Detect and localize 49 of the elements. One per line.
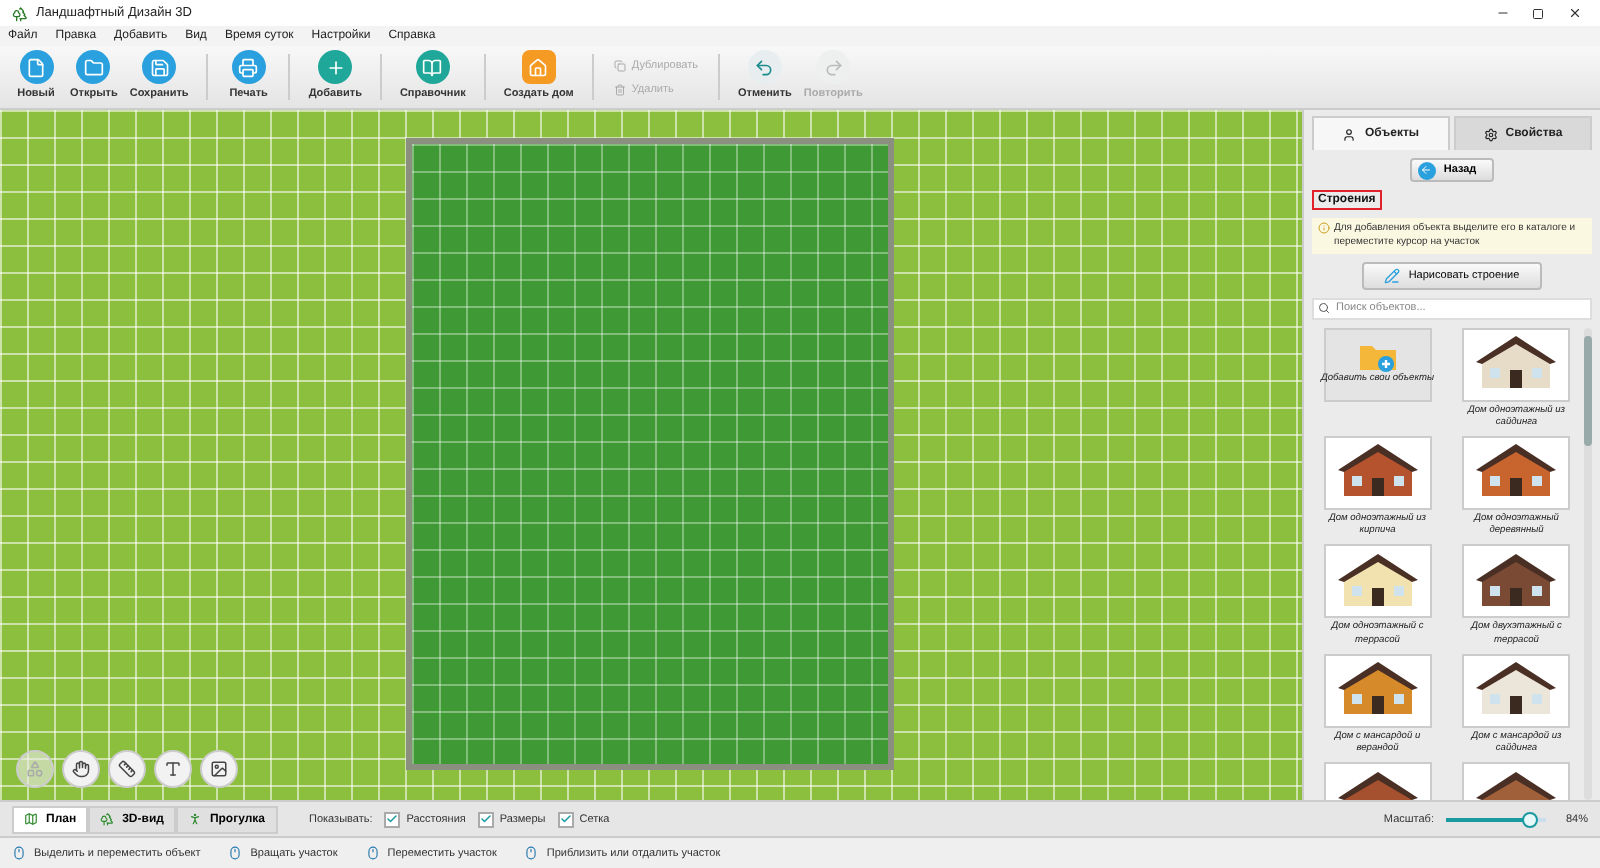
undo-icon xyxy=(754,57,775,77)
back-arrow-icon xyxy=(1420,164,1433,176)
pencil-icon xyxy=(1384,267,1401,283)
printer-icon xyxy=(238,57,259,77)
trash-icon xyxy=(613,83,626,95)
person-icon xyxy=(1342,127,1357,141)
canvas-tool-button[interactable] xyxy=(108,750,146,788)
copy-icon xyxy=(613,59,626,71)
book-icon xyxy=(422,57,443,77)
checkbox[interactable] xyxy=(477,811,494,827)
canvas-tool-button[interactable] xyxy=(154,750,192,788)
save-icon xyxy=(149,57,170,77)
search-icon xyxy=(1318,302,1330,314)
mouse-icon xyxy=(365,846,380,860)
new-file-icon xyxy=(26,57,46,77)
text-tool-icon xyxy=(164,760,182,778)
catalog-item-thumbnail[interactable] xyxy=(1462,327,1571,401)
app-logo-icon xyxy=(12,5,28,21)
shapes-icon xyxy=(26,760,44,778)
image-icon xyxy=(210,760,228,778)
hand-icon xyxy=(72,760,90,778)
maximize-icon[interactable] xyxy=(1532,7,1544,19)
mouse-icon xyxy=(228,846,243,860)
tree-icon xyxy=(100,812,115,826)
redo-icon xyxy=(823,57,844,77)
checkbox[interactable] xyxy=(557,811,574,827)
folder-plus-icon xyxy=(1357,340,1398,373)
canvas-tool-button[interactable] xyxy=(200,750,238,788)
house-icon xyxy=(528,57,549,77)
mouse-icon xyxy=(524,846,539,860)
mouse-icon xyxy=(12,846,26,860)
ruler-icon xyxy=(118,760,136,778)
catalog-item-thumbnail[interactable] xyxy=(1323,653,1432,728)
catalog-item-thumbnail[interactable] xyxy=(1323,544,1432,619)
catalog-item-thumbnail[interactable] xyxy=(1462,435,1571,510)
folder-icon xyxy=(83,57,104,77)
minimize-icon[interactable] xyxy=(1495,6,1509,20)
canvas-tool-button[interactable] xyxy=(62,750,100,788)
info-icon xyxy=(1318,222,1330,234)
slider-thumb[interactable] xyxy=(1521,811,1538,827)
close-icon[interactable] xyxy=(1567,6,1581,20)
walking-person-icon xyxy=(187,812,202,826)
plus-icon xyxy=(325,57,346,77)
plan-icon xyxy=(24,812,38,826)
checkbox[interactable] xyxy=(384,811,401,827)
settings-icon xyxy=(1483,127,1498,141)
catalog-item-thumbnail[interactable] xyxy=(1462,544,1571,619)
catalog-item-thumbnail[interactable] xyxy=(1323,435,1432,510)
catalog-item-thumbnail[interactable] xyxy=(1462,653,1571,728)
